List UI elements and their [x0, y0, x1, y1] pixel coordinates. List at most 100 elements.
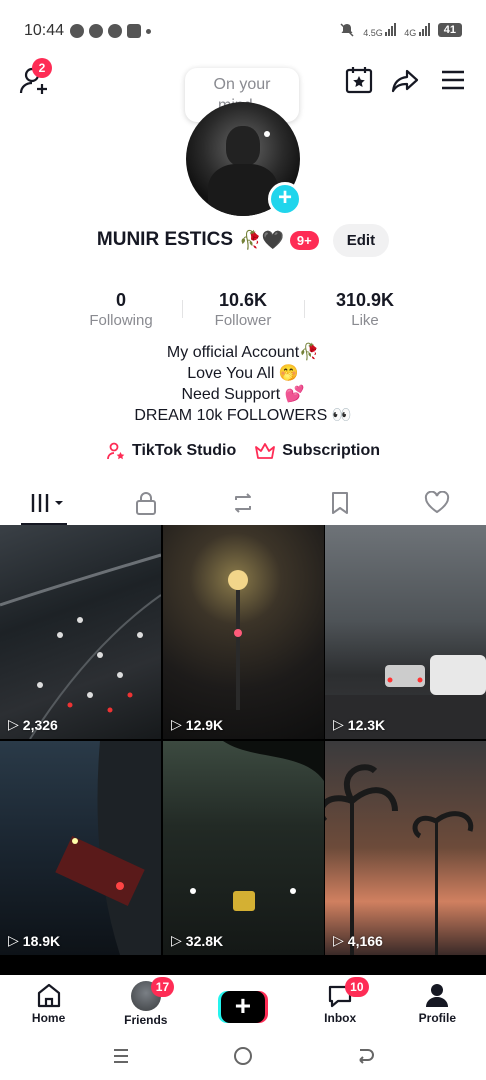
repost-icon	[234, 493, 251, 513]
videos-grid-icon	[31, 494, 63, 512]
video-thumbnail[interactable]: ▷ 12.3K	[325, 525, 486, 739]
name-emojis: 🥀🖤	[239, 229, 284, 250]
net2-label: 4G	[404, 28, 417, 38]
video-thumbnail[interactable]: ▷ 2,326	[0, 525, 161, 739]
play-icon: ▷	[8, 716, 19, 732]
night-street-scene	[190, 741, 324, 911]
bookmark-icon	[332, 492, 349, 514]
nav-create[interactable]: +	[198, 981, 288, 1023]
play-icon: ▷	[333, 932, 344, 948]
stat-following[interactable]: 0 Following	[60, 290, 182, 332]
highway-scene	[0, 553, 161, 739]
avatar-figure-head	[226, 126, 260, 166]
bio-line: Love You All 🤭	[187, 365, 299, 382]
nav-home[interactable]: Home	[4, 981, 94, 1025]
play-icon: ▷	[333, 716, 344, 732]
profile-person-icon	[426, 984, 449, 1007]
battery-indicator: 41	[437, 23, 462, 37]
nav-home-label: Home	[31, 1011, 66, 1025]
view-count: ▷ 32.8K	[171, 932, 223, 949]
view-count-value: 12.9K	[185, 716, 224, 733]
tab-private[interactable]	[116, 483, 176, 523]
stat-likes[interactable]: 310.9K Like	[304, 290, 426, 332]
avatar-dot	[264, 131, 270, 137]
stat-label: Following	[89, 312, 153, 329]
nav-friends[interactable]: 17 Friends	[101, 977, 191, 1027]
calendar-star-button[interactable]	[345, 66, 373, 94]
network-4g: 4G	[404, 22, 430, 38]
view-count: ▷ 12.3K	[333, 716, 385, 733]
stat-followers[interactable]: 10.6K Follower	[182, 290, 304, 332]
more-notifications-icon	[146, 28, 152, 34]
subscription-link[interactable]: Subscription	[254, 441, 380, 461]
hamburger-menu-icon	[442, 70, 464, 90]
view-count-value: 12.3K	[347, 716, 386, 733]
system-navigation	[0, 1031, 486, 1080]
stat-value: 10.6K	[218, 290, 268, 310]
tab-favorites[interactable]	[310, 483, 370, 523]
train-scene	[55, 741, 161, 955]
notification-icons	[70, 24, 152, 38]
calendar-star-icon	[345, 67, 373, 94]
view-count-value: 18.9K	[22, 932, 61, 949]
messenger-icon	[89, 24, 104, 38]
create-button[interactable]: +	[217, 991, 268, 1023]
inbox-badge: 10	[345, 977, 369, 997]
tiktok-studio-label: TikTok Studio	[131, 442, 237, 459]
nav-inbox-label: Inbox	[324, 1011, 357, 1025]
video-thumbnail[interactable]: ▷ 32.8K	[163, 741, 324, 955]
tab-reposts[interactable]	[213, 483, 273, 523]
share-button[interactable]	[391, 66, 419, 94]
lamp-post-scene	[228, 570, 248, 710]
name-badge[interactable]: 9+	[289, 230, 319, 250]
instagram-icon	[127, 24, 142, 38]
bio-line: My official Account🥀	[166, 344, 320, 361]
edit-profile-button[interactable]: Edit	[332, 223, 390, 257]
back-icon[interactable]	[354, 1046, 376, 1066]
mute-bell-icon	[340, 23, 354, 37]
view-count: ▷ 18.9K	[8, 932, 60, 949]
status-bar: 10:44 4.5G 4G 41	[0, 0, 486, 62]
profile-links: TikTok Studio Subscription	[0, 441, 486, 461]
tiktok-studio-link[interactable]: TikTok Studio	[106, 441, 236, 461]
studio-person-star-icon	[107, 442, 125, 460]
stat-label: Follower	[214, 312, 272, 329]
bio: My official Account🥀 Love You All 🤭 Need…	[0, 342, 486, 426]
friends-badge: 17	[150, 977, 175, 997]
recent-apps-icon[interactable]	[110, 1046, 132, 1066]
status-time: 10:44	[24, 22, 65, 39]
stat-label: Like	[351, 312, 379, 329]
bio-line: Need Support 💕	[181, 386, 305, 403]
add-story-button[interactable]: +	[268, 182, 302, 216]
play-icon: ▷	[171, 716, 182, 732]
heart-icon	[425, 491, 450, 514]
subscription-crown-icon	[255, 443, 276, 459]
video-grid: ▷ 2,326 ▷ 12.9K ▷ 12.3K ▷ 18.9K ▷ 32.8K …	[0, 525, 486, 975]
username: MUNIR ESTICS	[96, 229, 234, 250]
video-thumbnail[interactable]: ▷ 12.9K	[163, 525, 324, 739]
net1-label: 4.5G	[363, 28, 383, 38]
nav-friends-label: Friends	[124, 1013, 168, 1027]
video-thumbnail[interactable]: ▷ 18.9K	[0, 741, 161, 955]
play-icon: ▷	[8, 932, 19, 948]
app-icon	[108, 24, 123, 38]
nav-inbox[interactable]: 10 Inbox	[295, 977, 385, 1025]
tab-videos[interactable]	[19, 483, 79, 525]
signal-bars-2-icon	[418, 22, 430, 36]
video-thumbnail[interactable]: ▷ 4,166	[325, 741, 486, 955]
lock-icon	[135, 492, 156, 515]
network-4-5g: 4.5G	[363, 22, 397, 38]
tab-liked[interactable]	[407, 483, 467, 523]
nav-profile[interactable]: Profile	[392, 981, 482, 1025]
share-arrow-icon	[391, 69, 419, 93]
stat-value: 0	[115, 290, 126, 310]
add-friend-button[interactable]: 2	[18, 58, 52, 96]
home-icon	[37, 983, 60, 1008]
view-count: ▷ 2,326	[8, 716, 58, 733]
home-circle-icon[interactable]	[232, 1045, 254, 1067]
friend-requests-badge: 2	[32, 58, 52, 78]
bio-line: DREAM 10k FOLLOWERS 👀	[134, 407, 352, 424]
view-count-value: 4,166	[347, 932, 383, 949]
menu-button[interactable]	[440, 66, 468, 94]
view-count: ▷ 12.9K	[171, 716, 223, 733]
